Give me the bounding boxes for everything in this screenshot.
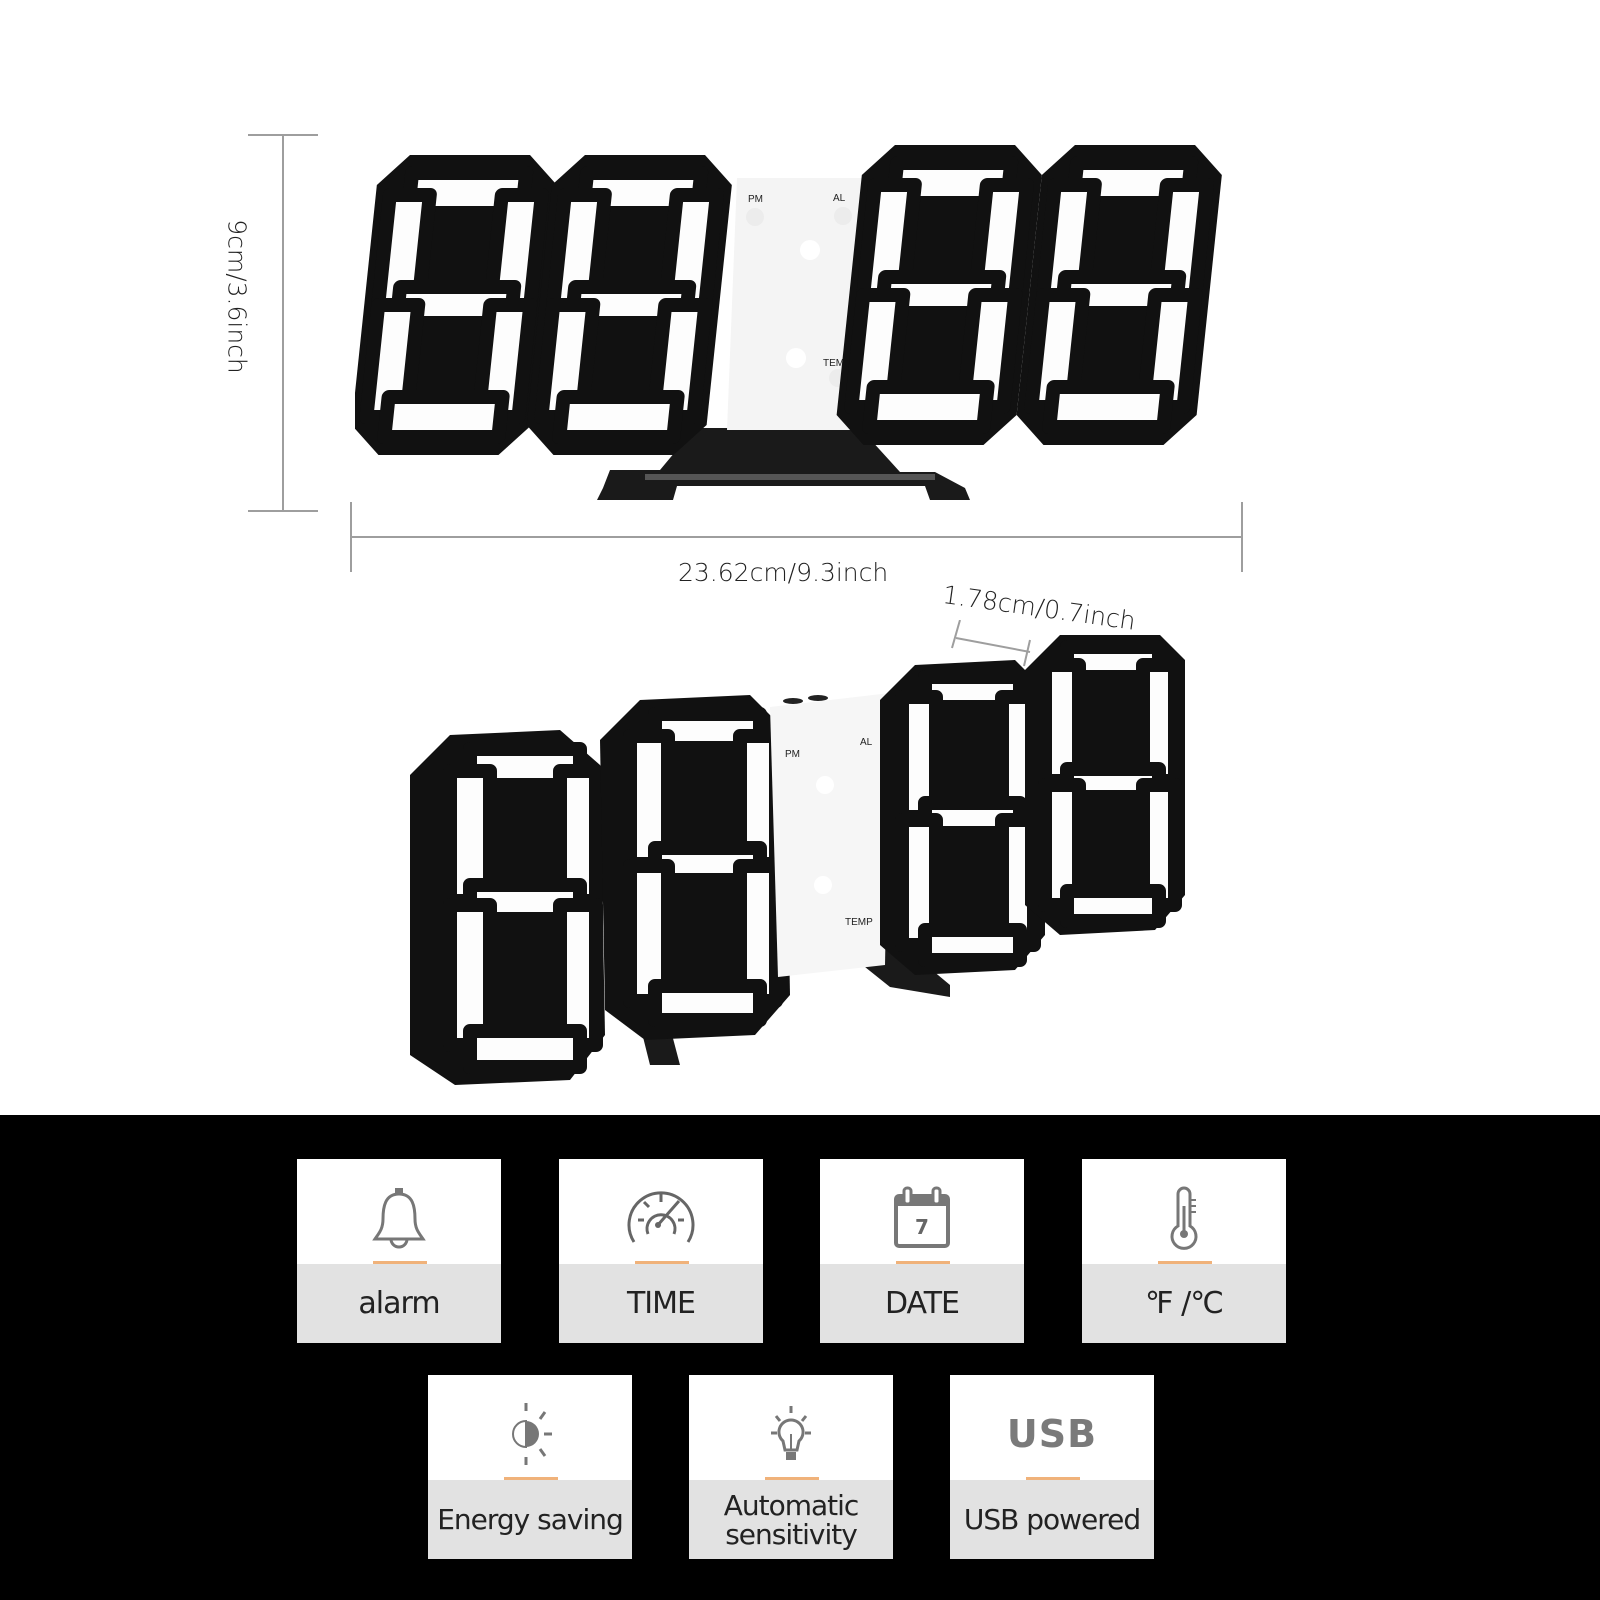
digit-2 bbox=[526, 155, 732, 455]
width-dimension-line bbox=[350, 536, 1243, 538]
angled-digit-4 bbox=[1025, 635, 1185, 935]
feature-label: DATE bbox=[820, 1264, 1024, 1343]
angled-digit-1 bbox=[410, 730, 605, 1085]
angled-pm-label: PM bbox=[785, 749, 800, 760]
feature-label: USB powered bbox=[950, 1480, 1154, 1559]
clock-angled-image: PM AL TEMP bbox=[410, 635, 1185, 1085]
al-label: AL bbox=[833, 193, 846, 204]
angled-digit-2 bbox=[600, 695, 790, 1040]
thermometer-icon bbox=[1082, 1173, 1286, 1263]
feature-label: ℉ /℃ bbox=[1082, 1264, 1286, 1343]
angled-temp-label: TEMP bbox=[845, 917, 873, 928]
angled-center-panel: PM AL TEMP bbox=[770, 693, 890, 977]
feature-label: Energy saving bbox=[428, 1480, 632, 1559]
digit-3 bbox=[836, 145, 1042, 445]
pm-label: PM bbox=[748, 194, 763, 205]
front-view: 9cm/3.6inch 23.62cm/9.3inch PM AL TEMP bbox=[0, 0, 1600, 600]
angled-view: 1.78cm/0.7inch PM AL TEMP bbox=[0, 560, 1600, 1120]
feature-label: alarm bbox=[297, 1264, 501, 1343]
feature-label: Automatic sensitivity bbox=[689, 1480, 893, 1559]
bell-icon bbox=[297, 1173, 501, 1263]
usb-text-icon: USB bbox=[1006, 1412, 1098, 1456]
feature-card-time: TIME bbox=[559, 1159, 763, 1343]
digit-4 bbox=[1016, 145, 1222, 445]
feature-label-line1: Automatic bbox=[723, 1488, 860, 1522]
feature-card-date: 7 DATE bbox=[820, 1159, 1024, 1343]
feature-card-automatic-sensitivity: Automatic sensitivity bbox=[689, 1375, 893, 1559]
calendar-day: 7 bbox=[915, 1215, 929, 1239]
clock-front-image: PM AL TEMP bbox=[355, 145, 1222, 500]
feature-card-alarm: alarm bbox=[297, 1159, 501, 1343]
feature-label: TIME bbox=[559, 1264, 763, 1343]
feature-card-usb-powered: USB USB powered bbox=[950, 1375, 1154, 1559]
usb-icon: USB bbox=[950, 1389, 1154, 1479]
angled-digit-3 bbox=[880, 660, 1045, 975]
height-dimension-label: 9cm/3.6inch bbox=[222, 219, 252, 374]
lightbulb-icon bbox=[689, 1389, 893, 1479]
brightness-icon bbox=[428, 1389, 632, 1479]
height-dimension-cap-bottom bbox=[248, 510, 318, 512]
feature-label-line2: sensitivity bbox=[725, 1517, 858, 1551]
feature-card-energy-saving: Energy saving bbox=[428, 1375, 632, 1559]
feature-card-temperature: ℉ /℃ bbox=[1082, 1159, 1286, 1343]
speedometer-icon bbox=[559, 1173, 763, 1263]
angled-al-label: AL bbox=[860, 737, 873, 748]
calendar-icon: 7 bbox=[820, 1173, 1024, 1263]
height-dimension-line bbox=[282, 134, 284, 512]
